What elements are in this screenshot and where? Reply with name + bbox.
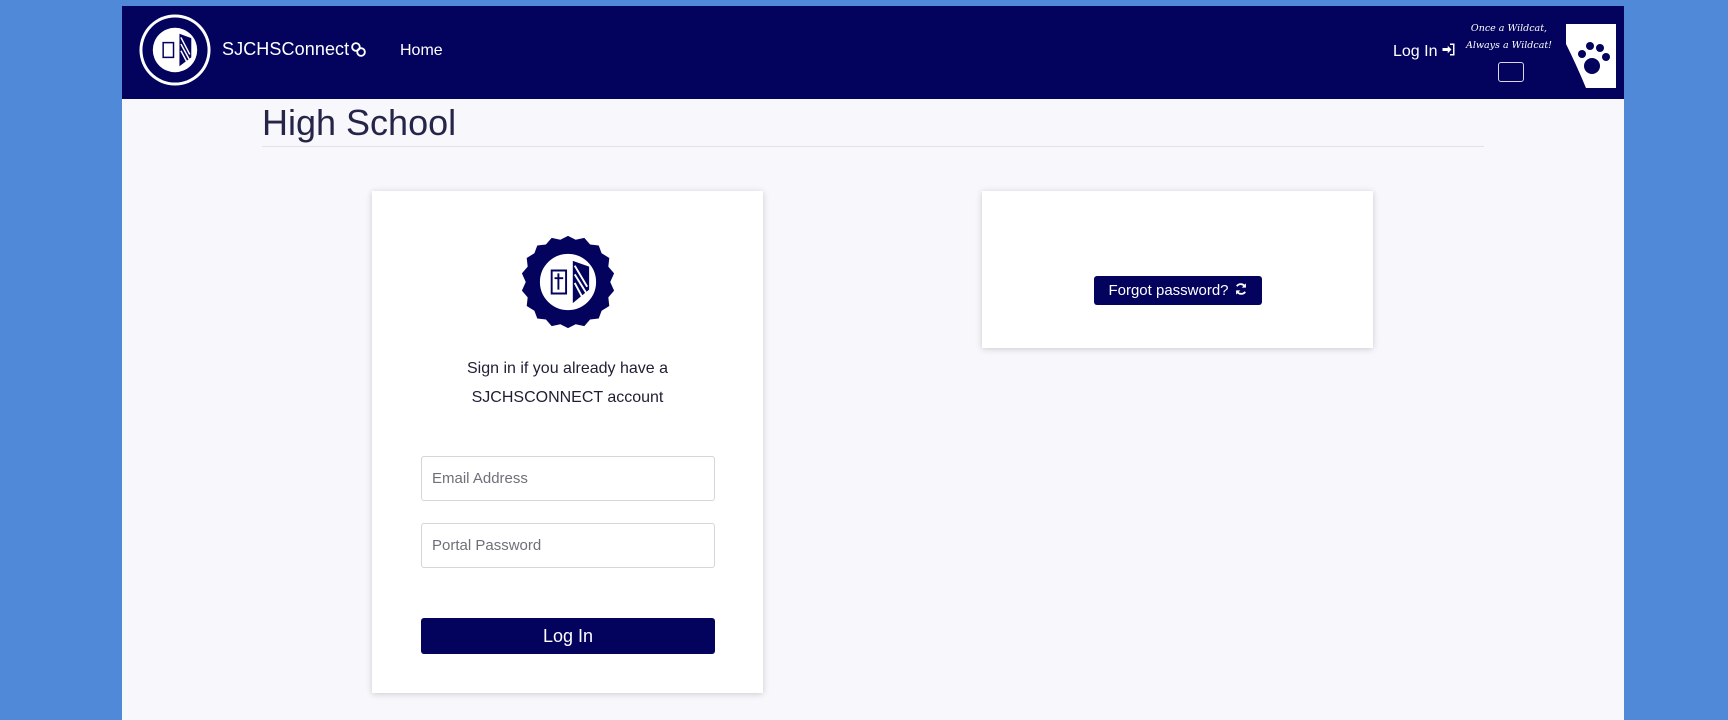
forgot-password-card: Forgot password?	[982, 191, 1373, 348]
nav-home-link[interactable]: Home	[400, 42, 443, 60]
slogan-text: Once a Wildcat, Always a Wildcat!	[1465, 23, 1552, 51]
school-crest-logo[interactable]	[138, 13, 212, 87]
school-crest-logo-large	[521, 235, 615, 329]
link-icon	[350, 41, 367, 58]
brand-label: SJCHSConnect	[222, 39, 350, 59]
signin-instructions: Sign in if you already have a SJCHSCONNE…	[372, 354, 763, 412]
email-field[interactable]	[421, 456, 715, 501]
login-button[interactable]: Log In	[421, 618, 715, 654]
mascot-banner: Once a Wildcat, Always a Wildcat!	[1460, 14, 1616, 90]
paw-icon	[1566, 24, 1616, 88]
password-field[interactable]	[421, 523, 715, 568]
signin-line-1: Sign in if you already have a	[466, 360, 668, 377]
nav-login-link[interactable]: Log In	[1393, 42, 1456, 62]
forgot-password-label: Forgot password?	[1108, 282, 1229, 299]
mini-crest-icon	[1498, 62, 1524, 82]
nav-login-label: Log In	[1393, 43, 1438, 60]
login-card: Sign in if you already have a SJCHSCONNE…	[372, 191, 763, 693]
signin-line-2: SJCHSCONNECT account	[471, 389, 664, 406]
page-title: High School	[262, 102, 457, 143]
sign-in-icon	[1441, 42, 1456, 62]
refresh-icon	[1234, 282, 1248, 300]
app-window: SJCHSConnect Home Log In Once a Wildcat,…	[122, 6, 1624, 720]
title-divider	[262, 146, 1484, 147]
navbar: SJCHSConnect Home Log In Once a Wildcat,…	[122, 6, 1624, 99]
forgot-password-button[interactable]: Forgot password?	[1094, 276, 1262, 305]
brand-link[interactable]: SJCHSConnect	[222, 39, 367, 60]
